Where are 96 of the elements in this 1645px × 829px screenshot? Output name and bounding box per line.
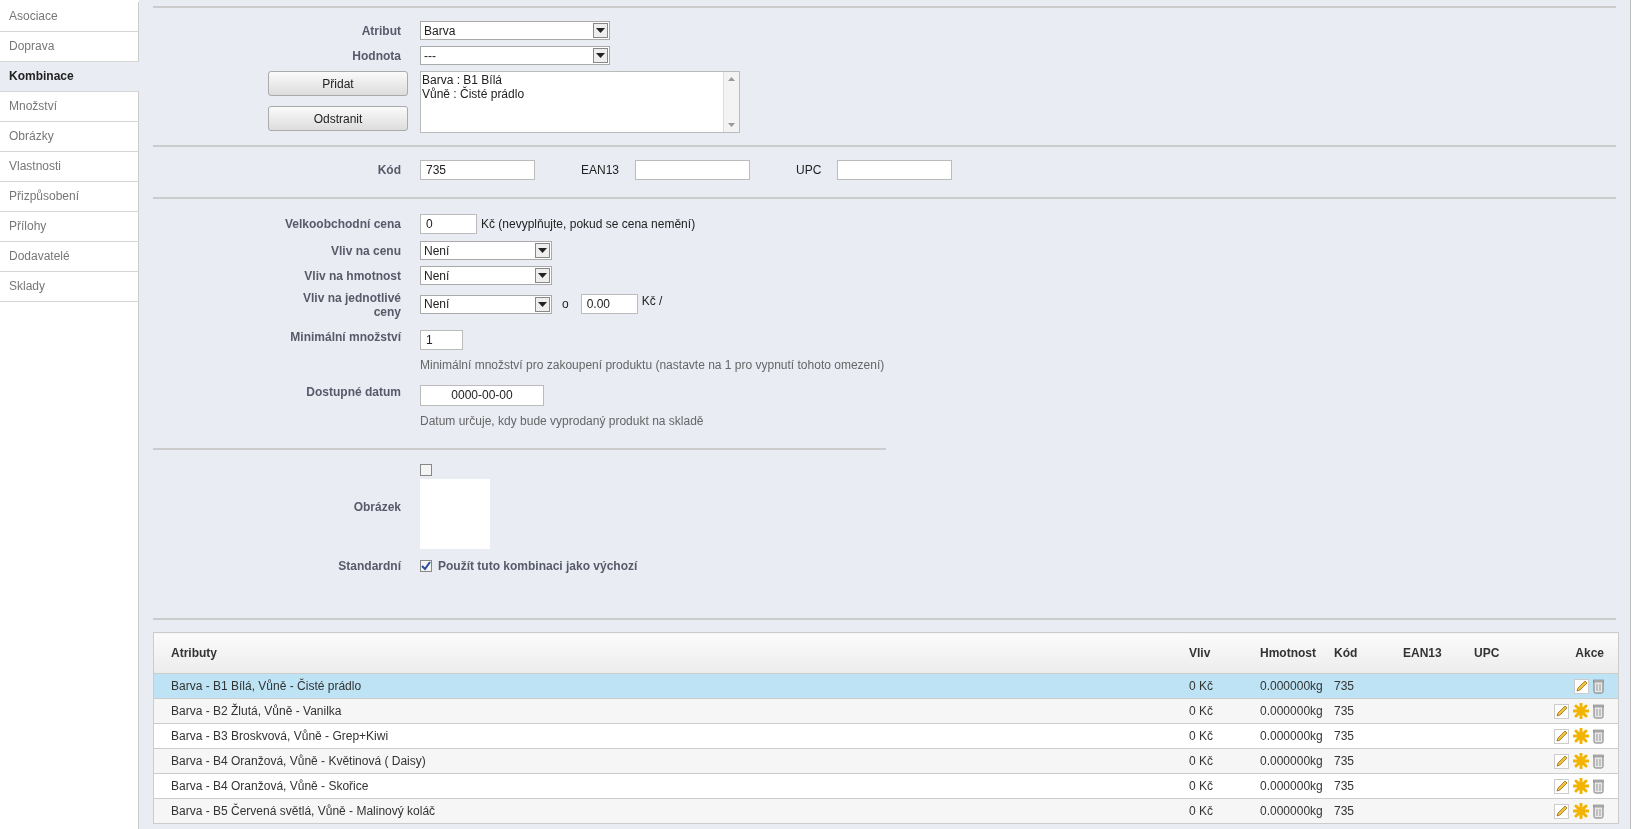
text-field[interactable] [635,160,751,180]
trash-can-icon[interactable] [1593,753,1604,769]
field-label: Minimální množství [289,330,401,344]
add-button[interactable]: Přidat [268,71,408,96]
table-cell: 0.000000kg [1260,779,1323,793]
table-cell: 0 Kč [1189,804,1213,818]
checkbox[interactable] [420,464,432,476]
table-row[interactable]: Barva - B4 Oranžová, Vůně - Skořice 0 Kč 0.000000kg 735 [153,773,1619,799]
column-header: Hmotnost [1260,632,1334,674]
table-cell: 0 Kč [1189,679,1213,693]
table-cell: 735 [1334,804,1355,818]
field-label: Vliv na jednotlivé ceny [301,291,401,319]
attribute-select[interactable]: Barva [420,21,610,40]
asterisk-icon[interactable] [1573,753,1589,769]
table-cell: 735 [1334,754,1355,768]
text-field[interactable] [837,160,953,180]
field-label: Dostupné datum [305,385,401,399]
table-cell: Barva - B1 Bílá, Vůně - Čisté prádlo [171,679,362,693]
help-text: Minimální množství pro zakoupení produktu (nastavte na 1 pro vypnutí tohoto omezení) [420,358,885,372]
checkbox-label: Použít tuto kombinaci jako výchozí [438,559,638,573]
value-select[interactable]: --- [420,46,610,65]
table-row[interactable]: Barva - B2 Žlutá, Vůně - Vanilka 0 Kč 0.000000kg 735 [153,698,1619,724]
table-cell: 0.000000kg [1260,729,1323,743]
table-cell: 735 [1334,704,1355,718]
text-field[interactable]: 735 [420,160,535,180]
edit-pencil-icon[interactable] [1554,753,1569,769]
column-header: EAN13 [1403,632,1474,674]
table-cell: 0.000000kg [1260,679,1323,693]
column-header: Akce [1534,632,1619,674]
table-row[interactable]: Barva - B5 Červená světlá, Vůně - Malinový koláč 0 Kč 0.000000kg 735 [153,798,1619,824]
table-cell: 0.000000kg [1260,804,1323,818]
table-cell: Barva - B4 Oranžová, Vůně - Květinová ( Daisy) [171,754,426,768]
table-cell: 735 [1334,679,1355,693]
field-label: Standardní [337,559,401,573]
table-cell: Barva - B2 Žlutá, Vůně - Vanilka [171,704,342,718]
by-text: o [562,297,569,311]
asterisk-icon[interactable] [1573,728,1589,744]
unit-text: Kč / [641,294,663,308]
asterisk-icon[interactable] [1573,778,1589,794]
field-label: Atribut [360,23,401,38]
combination-listbox[interactable]: Barva : B1 Bílá Vůně : Čisté prádlo [420,71,740,133]
unit-price-impact-select[interactable]: Není [420,294,552,314]
field-label: UPC [796,163,822,177]
table-cell: Barva - B5 Červená světlá, Vůně - Malinový koláč [171,804,436,818]
amount-field[interactable]: 0.00 [580,294,638,314]
help-text: Datum určuje, kdy bude vyprodaný produkt na skladě [420,414,704,428]
edit-pencil-icon[interactable] [1554,703,1569,719]
scroll-down-arrow-icon[interactable] [728,123,735,127]
checkbox[interactable] [420,560,432,572]
asterisk-icon[interactable] [1573,803,1589,819]
table-cell: Barva - B4 Oranžová, Vůně - Skořice [171,779,369,793]
edit-pencil-icon[interactable] [1554,728,1569,744]
list-option[interactable]: Vůně : Čisté prádlo [422,87,525,101]
trash-can-icon[interactable] [1593,703,1604,719]
trash-can-icon[interactable] [1593,678,1604,694]
field-label: Velkoobchodní cena [283,217,401,231]
table-cell: 0 Kč [1189,779,1213,793]
table-cell: 0 Kč [1189,754,1213,768]
table-cell: 0.000000kg [1260,704,1323,718]
table-row[interactable]: Barva - B1 Bílá, Vůně - Čisté prádlo 0 Kč 0.000000kg 735 [153,673,1619,699]
table-row[interactable]: Barva - B4 Oranžová, Vůně - Květinová ( Daisy) 0 Kč 0.000000kg 735 [153,748,1619,774]
column-header: Kód [1334,632,1403,674]
trash-can-icon[interactable] [1593,728,1604,744]
edit-pencil-icon[interactable] [1554,778,1569,794]
table-cell: Barva - B3 Broskvová, Vůně - Grep+Kiwi [171,729,389,743]
field-label: Kód [376,163,401,177]
table-cell: 0 Kč [1189,704,1213,718]
field-label: Vliv na cenu [329,243,401,258]
asterisk-icon[interactable] [1573,703,1589,719]
price-note: Kč (nevyplňujte, pokud se cena nemění) [481,217,696,231]
field-label: Hodnota [351,48,401,63]
list-option[interactable]: Barva : B1 Bílá [422,73,525,87]
price-field[interactable]: 0 [420,214,477,234]
scrollbar[interactable] [723,72,739,132]
date-field[interactable]: 0000-00-00 [420,385,544,406]
sidebar-tab[interactable]: Kombinace [0,62,139,92]
table-cell: 735 [1334,779,1355,793]
quantity-field[interactable]: 1 [420,330,463,350]
table-row[interactable]: Barva - B3 Broskvová, Vůně - Grep+Kiwi 0 Kč 0.000000kg 735 [153,723,1619,749]
field-label: Obrázek [352,499,401,514]
table-cell: 0 Kč [1189,729,1213,743]
table-cell: 735 [1334,729,1355,743]
scroll-up-arrow-icon[interactable] [728,77,735,81]
remove-button[interactable]: Odstranit [268,106,408,131]
table-cell: 0.000000kg [1260,754,1323,768]
column-header: UPC [1474,632,1534,674]
edit-pencil-icon[interactable] [1574,678,1589,694]
trash-can-icon[interactable] [1593,778,1604,794]
field-label: EAN13 [581,163,620,177]
column-header: Vliv [1189,632,1260,674]
field-label: Vliv na hmotnost [303,268,401,283]
trash-can-icon[interactable] [1593,803,1604,819]
weight-impact-select[interactable]: Není [420,266,552,285]
edit-pencil-icon[interactable] [1554,803,1569,819]
column-header: Atributy [153,632,1189,674]
price-impact-select[interactable]: Není [420,241,552,260]
